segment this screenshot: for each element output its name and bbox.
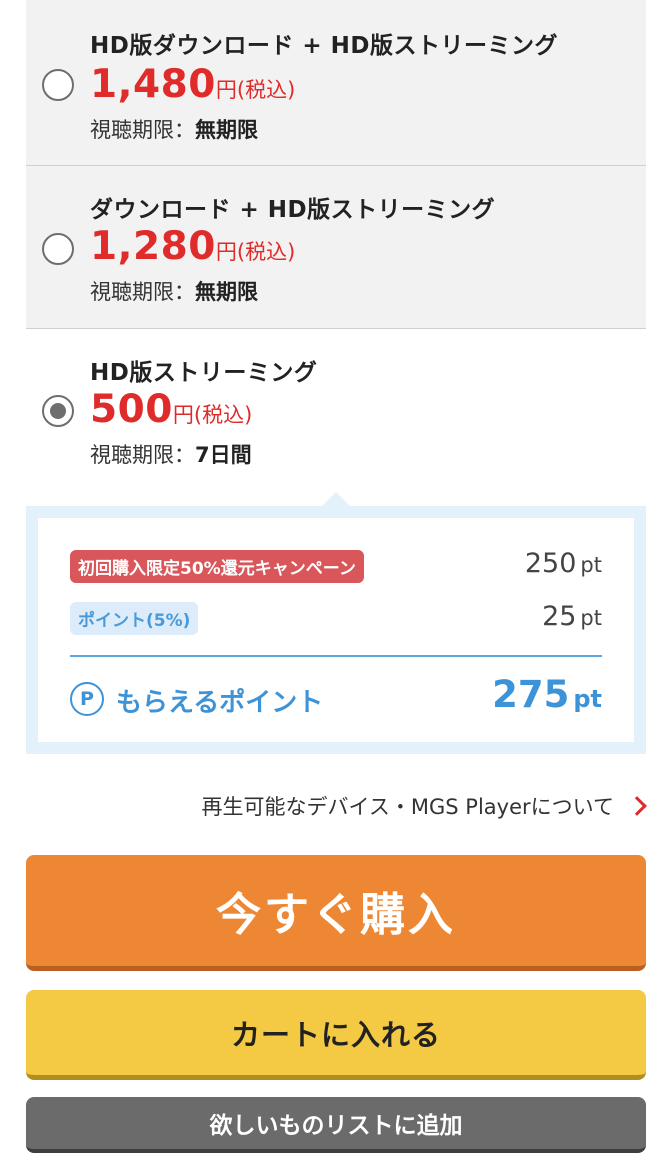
period-value: 7日間 bbox=[195, 443, 252, 467]
plan-option-hd-download-streaming[interactable]: HD版ダウンロード + HD版ストリーミング 1,480円(税込) 視聴期限：無… bbox=[26, 0, 646, 166]
plan-price: 500円(税込) bbox=[90, 387, 252, 432]
plan-title: HD版ダウンロード + HD版ストリーミング bbox=[90, 33, 558, 59]
plan-period: 視聴期限：7日間 bbox=[90, 439, 252, 469]
chevron-right-icon bbox=[627, 796, 647, 816]
plan-price: 1,280円(税込) bbox=[90, 224, 295, 269]
period-label: 視聴期限： bbox=[90, 280, 195, 304]
add-to-wishlist-button[interactable]: 欲しいものリストに追加 bbox=[26, 1097, 646, 1153]
plan-period: 視聴期限：無期限 bbox=[90, 276, 258, 306]
radio-button[interactable] bbox=[42, 233, 74, 265]
buy-now-button[interactable]: 今すぐ購入 bbox=[26, 855, 646, 971]
plan-price: 1,480円(税込) bbox=[90, 62, 295, 107]
points-summary-inner: 初回購入限定50%還元キャンペーン 250 pt ポイント(5%) 25 pt P … bbox=[38, 518, 634, 742]
points-unit: pt bbox=[580, 553, 602, 577]
campaign-points: 250 pt bbox=[525, 548, 602, 579]
radio-button-selected[interactable] bbox=[42, 395, 74, 427]
points-box-pointer bbox=[322, 492, 350, 506]
earn-points: 275 pt bbox=[492, 673, 602, 716]
base-points-value: 25 bbox=[542, 601, 577, 632]
earn-points-label: もらえるポイント bbox=[116, 688, 324, 718]
price-amount: 500 bbox=[90, 387, 173, 432]
price-tax: (税込) bbox=[193, 403, 253, 427]
plan-option-hd-streaming[interactable]: HD版ストリーミング 500円(税込) 視聴期限：7日間 bbox=[26, 329, 646, 492]
price-currency: 円 bbox=[215, 78, 237, 102]
radio-selected-dot bbox=[50, 403, 66, 419]
points-divider bbox=[70, 655, 602, 657]
period-value: 無期限 bbox=[195, 118, 258, 142]
price-tax: (税込) bbox=[236, 240, 296, 264]
campaign-points-value: 250 bbox=[524, 548, 577, 579]
price-currency: 円 bbox=[215, 240, 237, 264]
period-label: 視聴期限： bbox=[90, 443, 195, 467]
price-amount: 1,480 bbox=[90, 62, 216, 107]
price-amount: 1,280 bbox=[90, 224, 216, 269]
plan-title: ダウンロード + HD版ストリーミング bbox=[90, 197, 496, 223]
points-unit: pt bbox=[580, 606, 602, 630]
plan-period: 視聴期限：無期限 bbox=[90, 114, 258, 144]
supported-devices-link[interactable]: 再生可能なデバイス・MGS Playerについて bbox=[201, 788, 647, 824]
radio-button[interactable] bbox=[42, 69, 74, 101]
points-summary: 初回購入限定50%還元キャンペーン 250 pt ポイント(5%) 25 pt P … bbox=[26, 506, 646, 754]
add-to-cart-button[interactable]: カートに入れる bbox=[26, 990, 646, 1080]
points-p-icon: P bbox=[70, 682, 104, 716]
plan-title: HD版ストリーミング bbox=[90, 360, 318, 386]
points-unit: pt bbox=[573, 685, 602, 713]
plan-option-download-streaming[interactable]: ダウンロード + HD版ストリーミング 1,280円(税込) 視聴期限：無期限 bbox=[26, 166, 646, 329]
campaign-badge: 初回購入限定50%還元キャンペーン bbox=[70, 550, 364, 583]
price-currency: 円 bbox=[172, 403, 194, 427]
price-tax: (税込) bbox=[236, 78, 296, 102]
base-points-badge: ポイント(5%) bbox=[70, 602, 199, 635]
earn-points-value: 275 bbox=[492, 673, 570, 716]
period-label: 視聴期限： bbox=[90, 118, 195, 142]
period-value: 無期限 bbox=[195, 280, 258, 304]
base-points: 25 pt bbox=[542, 601, 602, 632]
supported-devices-label: 再生可能なデバイス・MGS Playerについて bbox=[201, 795, 614, 819]
